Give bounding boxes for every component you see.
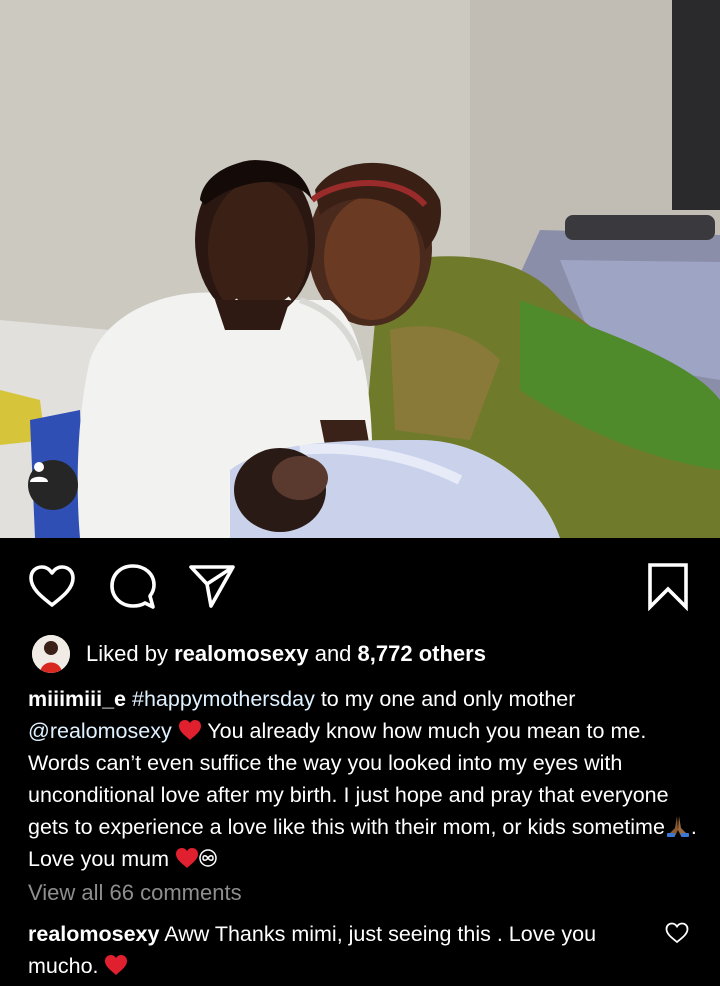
liker-avatar[interactable]: [32, 635, 70, 673]
paper-plane-icon: [189, 565, 235, 608]
likes-text: Liked by realomosexy and 8,772 others: [86, 641, 486, 667]
comment-username[interactable]: realomosexy: [28, 922, 159, 946]
comment-like-button[interactable]: [662, 918, 692, 948]
comment-button[interactable]: [104, 558, 160, 614]
likes-and: and: [308, 641, 358, 666]
caption-text-1: to my one and only mother: [314, 687, 576, 711]
caption-mention[interactable]: @realomosexy: [28, 719, 172, 743]
red-heart-emoji-icon: [105, 955, 128, 975]
user-tag-button[interactable]: [28, 460, 78, 510]
comment-row: realomosexy Aww Thanks mimi, just seeing…: [28, 918, 638, 982]
save-button[interactable]: [640, 558, 696, 614]
comment-bubble-icon: [110, 564, 156, 609]
photo-illustration: [0, 0, 720, 538]
praying-hands-emoji-icon: [666, 816, 689, 837]
view-all-comments-link[interactable]: View all 66 comments: [28, 880, 242, 906]
heart-outline-icon: [665, 922, 689, 944]
likes-row[interactable]: Liked by realomosexy and 8,772 others: [32, 632, 486, 676]
share-button[interactable]: [184, 558, 240, 614]
likes-prefix: Liked by: [86, 641, 175, 666]
post-caption: miiimiii_e #happymothersday to my one an…: [28, 683, 700, 875]
bookmark-icon: [648, 563, 688, 611]
red-heart-emoji-icon: [175, 848, 198, 868]
likes-count[interactable]: 8,772 others: [358, 641, 486, 666]
caption-hashtag[interactable]: #happymothersday: [132, 687, 315, 711]
infinity-emoji-icon: [199, 849, 217, 867]
like-button[interactable]: [24, 558, 80, 614]
post-photo[interactable]: [0, 0, 720, 538]
liked-by-username[interactable]: realomosexy: [174, 641, 309, 666]
heart-outline-icon: [29, 565, 75, 607]
red-heart-emoji-icon: [178, 720, 201, 740]
post-action-bar: [0, 538, 720, 628]
person-icon: [30, 462, 48, 482]
avatar-image: [32, 635, 70, 673]
caption-username[interactable]: miiimiii_e: [28, 687, 126, 711]
